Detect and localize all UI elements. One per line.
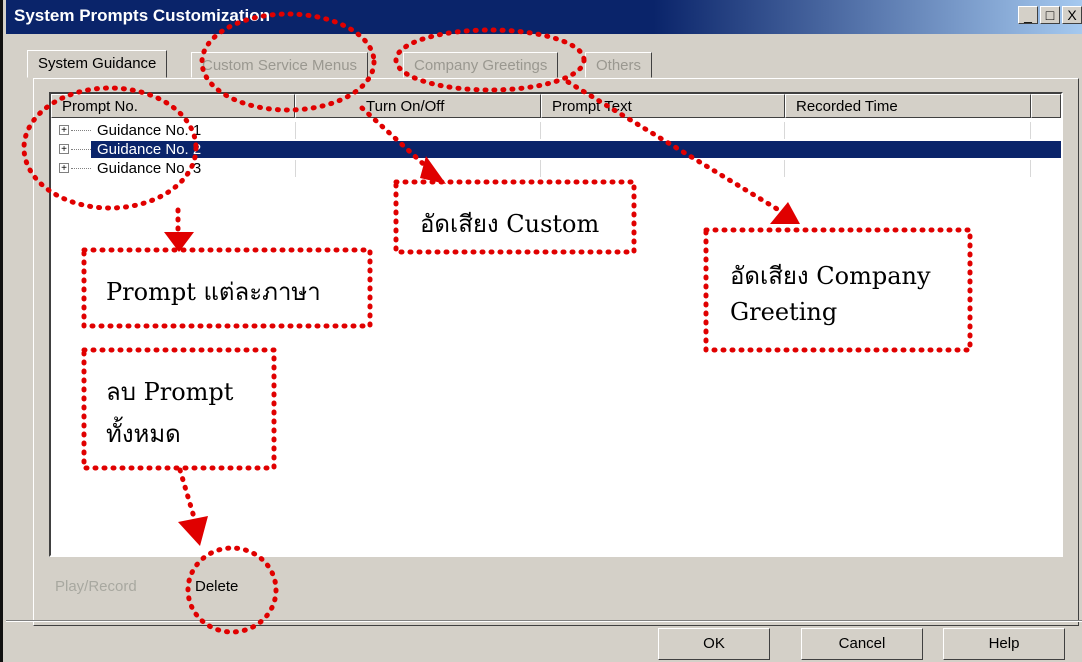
annotation-greeting-line2: Greeting: [730, 298, 838, 326]
annotation-custom: อัดเสียง Custom: [420, 210, 600, 238]
annotation-delete-line2: ทั้งหมด: [106, 420, 181, 448]
arrow-delete: [178, 516, 208, 546]
greetings-tab-circle: [393, 27, 587, 93]
annotation-greeting-line1: อัดเสียง Company: [730, 262, 931, 290]
annotation-delete-line1: ลบ Prompt: [106, 378, 234, 406]
annotation-overlay: [21, 11, 973, 635]
arrow-prompt: [164, 232, 194, 252]
prompt-rows-circle: [21, 85, 199, 211]
arrow-greeting: [770, 202, 800, 224]
custom-tab-circle: [199, 11, 377, 113]
annotation-prompt-lang: Prompt แต่ละภาษา: [106, 278, 321, 306]
delete-circle: [185, 545, 279, 635]
